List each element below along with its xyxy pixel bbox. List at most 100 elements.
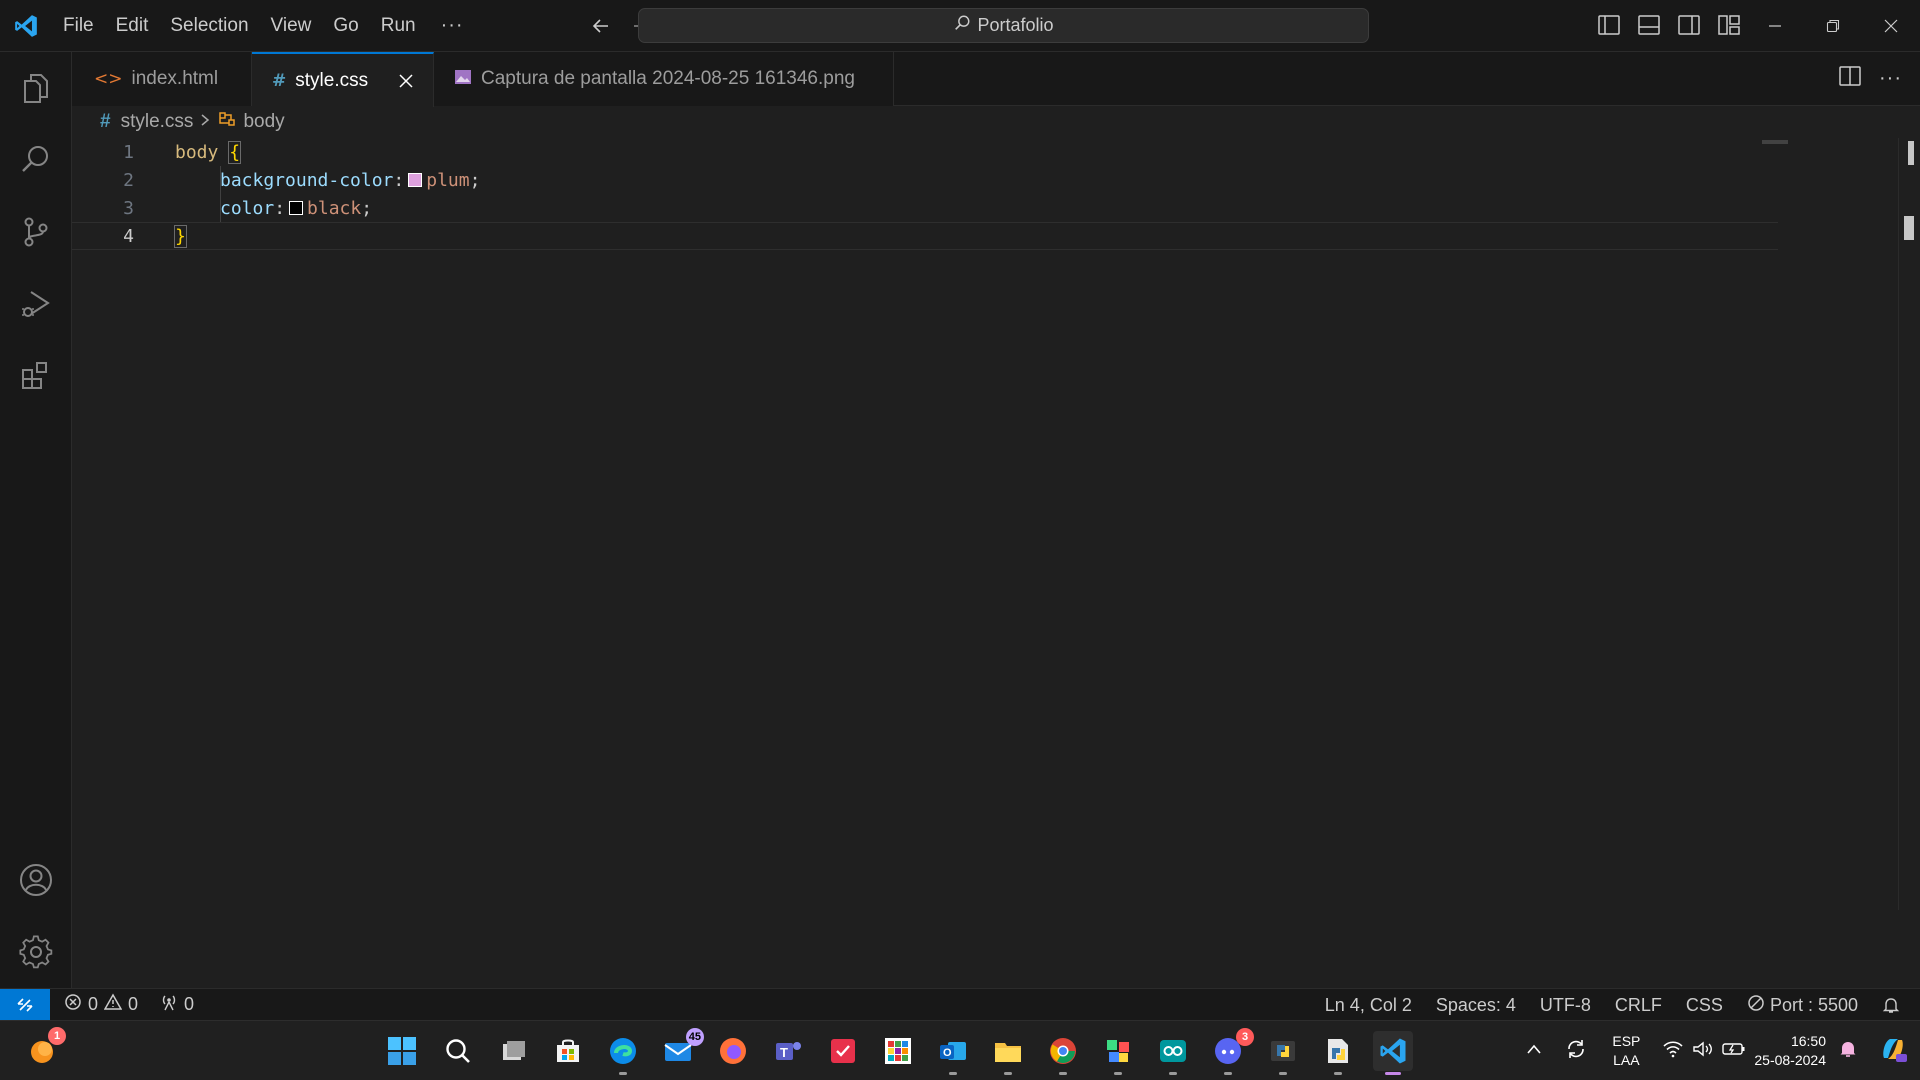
search-sidebar-icon[interactable] [0,124,72,196]
toggle-panel-icon[interactable] [1636,12,1662,38]
python-idle-icon[interactable] [1263,1031,1303,1075]
css-file-icon: # [100,111,111,132]
back-arrow-icon[interactable] [590,15,612,37]
toggle-secondary-sidebar-icon[interactable] [1676,12,1702,38]
menu-file[interactable]: File [52,0,105,52]
mail-icon[interactable]: 45 [658,1028,704,1071]
no-entry-icon [1747,994,1765,1017]
edge-browser-icon[interactable] [603,1031,643,1075]
line-ending[interactable]: CRLF [1603,995,1674,1016]
system-tray: ESP LAA 16:50 25-08-2024 [1526,1021,1920,1080]
file-explorer-icon[interactable] [988,1031,1028,1075]
cubes-app-icon[interactable] [1098,1031,1138,1075]
accounts-icon[interactable] [0,844,72,916]
more-actions-icon[interactable]: ··· [1879,67,1902,90]
chevron-right-icon [199,111,211,133]
volume-icon[interactable] [1692,1040,1714,1063]
window-controls [1746,0,1920,52]
vscode-taskbar-icon[interactable] [1373,1031,1413,1075]
outlook-icon[interactable]: O [933,1031,973,1075]
code-text: background-color: plum; [220,169,481,191]
indentation[interactable]: Spaces: 4 [1424,995,1528,1016]
breadcrumb-file[interactable]: style.css [121,111,194,133]
active-indicator [1385,1072,1401,1075]
menu-view[interactable]: View [260,0,323,52]
language-mode[interactable]: CSS [1674,995,1735,1016]
discord-icon[interactable]: 3 [1208,1028,1254,1075]
notification-bell-icon[interactable] [1838,1039,1858,1064]
start-menu-icon[interactable] [382,1031,422,1071]
split-editor-icon[interactable] [1839,66,1861,91]
status-right: Ln 4, Col 2 Spaces: 4 UTF-8 CRLF CSS Por… [1313,989,1920,1021]
input-language[interactable]: ESP LAA [1612,1032,1640,1070]
settings-gear-icon[interactable] [0,916,72,988]
warning-icon [103,993,123,1016]
minimize-icon[interactable] [1746,0,1804,52]
clock-time: 16:50 [1790,1033,1826,1049]
arduino-icon[interactable] [1153,1031,1193,1075]
line-number: 2 [123,169,134,191]
toggle-primary-sidebar-icon[interactable] [1596,12,1622,38]
html-file-icon: <> [94,69,123,89]
python-file-icon[interactable] [1318,1031,1358,1075]
microsoft-store-icon[interactable] [548,1031,588,1071]
vertical-scrollbar[interactable] [1898,138,1920,910]
remote-indicator-icon[interactable] [0,988,50,1021]
discord-badge: 3 [1236,1028,1254,1046]
tab-screenshot-png[interactable]: Captura de pantalla 2024-08-25 161346.pn… [434,52,894,106]
menu-go[interactable]: Go [322,0,369,52]
editor-tab-bar: <> index.html # style.css Captura de pan… [72,52,1920,107]
menu-run[interactable]: Run [370,0,427,52]
close-window-icon[interactable] [1862,0,1920,52]
breadcrumb-symbol[interactable]: body [243,111,284,133]
customize-layout-icon[interactable] [1716,12,1742,38]
menu-bar: File Edit Selection View Go Run ··· [52,0,478,52]
code-editor[interactable]: 1 body { 2 background-color: plum; 3 colo… [72,138,1920,988]
running-indicator [1114,1072,1122,1075]
problems-status[interactable]: 0 0 0 [64,993,194,1016]
tab-index-html[interactable]: <> index.html [72,52,252,106]
menu-more-button[interactable]: ··· [427,14,478,37]
explorer-icon[interactable] [0,52,72,124]
run-and-debug-icon[interactable] [0,268,72,340]
source-control-icon[interactable] [0,196,72,268]
tab-style-css[interactable]: # style.css [252,52,434,107]
extensions-icon[interactable] [0,340,72,412]
scrollbar-thumb[interactable] [1908,141,1914,165]
close-tab-icon[interactable] [396,71,416,91]
color-swatch-plum[interactable] [408,172,423,187]
cursor-position[interactable]: Ln 4, Col 2 [1313,995,1424,1016]
minimap[interactable] [1762,140,1788,144]
task-view-icon[interactable] [494,1031,534,1071]
color-swatch-black[interactable] [289,200,304,215]
battery-icon[interactable] [1722,1041,1746,1062]
file-encoding[interactable]: UTF-8 [1528,995,1603,1016]
error-icon [64,993,82,1016]
wifi-icon[interactable] [1662,1040,1684,1063]
firefox-icon[interactable] [713,1031,753,1071]
grid-app-icon[interactable] [878,1031,918,1071]
line-number: 4 [123,225,134,247]
sync-icon[interactable] [1564,1037,1588,1066]
copilot-icon[interactable] [1878,1034,1908,1069]
show-hidden-icons-chevron-icon[interactable] [1526,1042,1542,1060]
workspace-name: Portafolio [977,15,1054,35]
calendar-app-icon[interactable] [823,1031,863,1071]
code-text: color: black; [220,197,373,219]
search-taskbar-icon[interactable] [438,1031,478,1071]
system-clock[interactable]: 16:50 25-08-2024 [1754,1032,1826,1070]
menu-selection[interactable]: Selection [159,0,259,52]
command-center-search[interactable]: Portafolio [638,8,1369,43]
chrome-icon[interactable] [1043,1031,1083,1075]
weather-widget-icon[interactable]: 1 [22,1027,66,1071]
running-indicator [1169,1072,1177,1075]
menu-edit[interactable]: Edit [105,0,160,52]
restore-icon[interactable] [1804,0,1862,52]
error-count: 0 [88,994,99,1014]
live-server-port: Port : 5500 [1769,994,1858,1015]
css-property: color [220,197,275,219]
status-bar: 0 0 0 Ln 4, Col 2 Spaces: 4 UTF-8 CRLF C… [0,988,1920,1021]
notifications-bell-icon[interactable] [1870,996,1920,1014]
teams-icon[interactable]: T [768,1031,808,1071]
live-server-status[interactable]: Port : 5500 [1735,994,1870,1017]
